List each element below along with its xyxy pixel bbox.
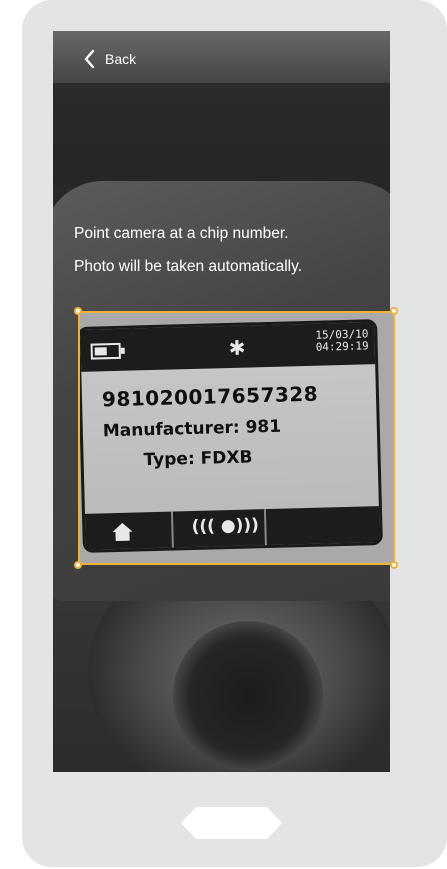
type-line: Type: FDXB — [143, 447, 253, 471]
softkey-empty — [266, 506, 380, 545]
reader-lcd: ✱ 15/03/10 04:29:19 981020017657328 Manu… — [80, 319, 383, 553]
lcd-time: 04:29:19 — [315, 339, 369, 354]
chevron-left-icon — [83, 49, 95, 69]
battery-icon — [90, 342, 121, 360]
back-button[interactable]: Back — [83, 47, 136, 71]
chip-number: 981020017657328 — [101, 381, 319, 412]
frame-corner-bottom-right[interactable] — [390, 561, 398, 569]
home-icon — [111, 522, 134, 548]
bluetooth-icon: ✱ — [228, 335, 246, 360]
scan-frame: ✱ 15/03/10 04:29:19 981020017657328 Manu… — [78, 311, 395, 565]
lcd-status-bar: ✱ 15/03/10 04:29:19 — [80, 322, 376, 372]
instruction-line-1: Point camera at a chip number. — [74, 225, 289, 242]
home-button[interactable] — [180, 806, 283, 840]
frame-corner-top-right[interactable] — [390, 307, 398, 315]
background-device-button — [173, 621, 323, 771]
lcd-softkey-bar: ((( ●))) — [84, 506, 380, 550]
frame-corner-top-left[interactable] — [74, 307, 82, 315]
instruction-line-2: Photo will be taken automatically. — [74, 258, 303, 275]
softkey-home — [84, 511, 175, 550]
back-label: Back — [105, 51, 137, 67]
manufacturer-line: Manufacturer: 981 — [102, 416, 282, 442]
signal-icon: ((( ●))) — [191, 515, 260, 538]
softkey-scan: ((( ●))) — [173, 509, 268, 548]
frame-corner-bottom-left[interactable] — [74, 561, 82, 569]
